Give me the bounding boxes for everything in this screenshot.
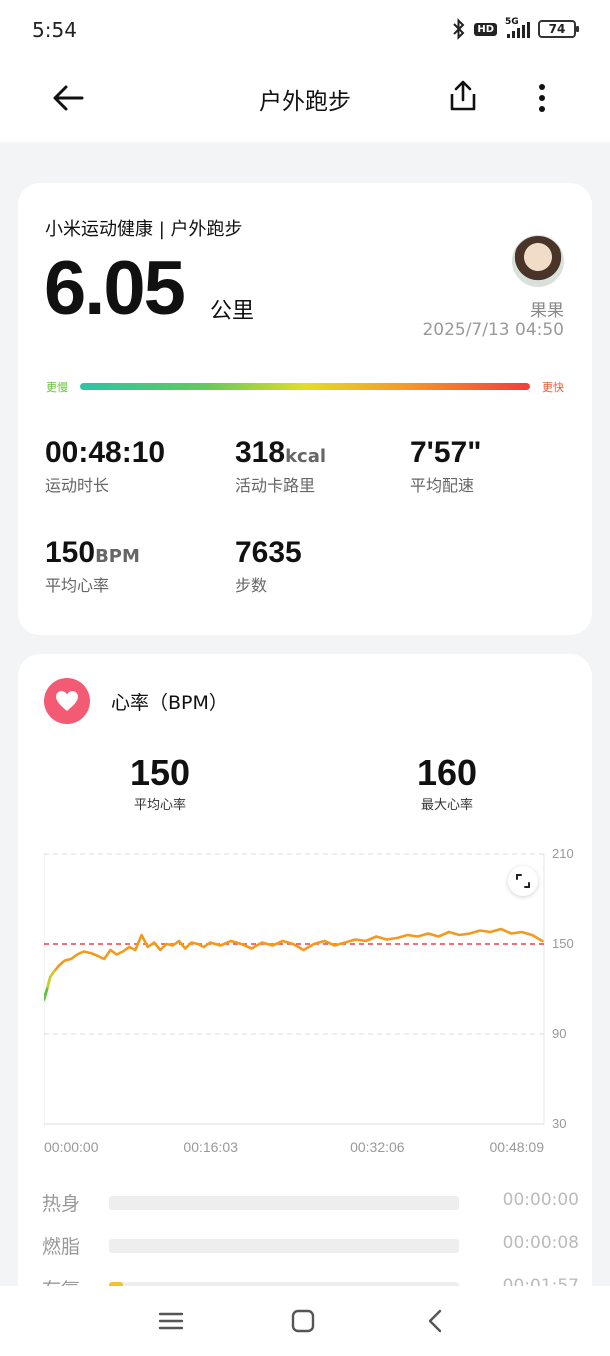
stat-steps: 7635 步数 <box>235 536 302 595</box>
home-icon[interactable] <box>288 1306 318 1336</box>
distance-unit: 公里 <box>210 299 255 324</box>
x-tick-label: 00:48:09 <box>490 1139 545 1155</box>
x-tick-label: 00:16:03 <box>183 1139 238 1155</box>
x-tick-label: 00:00:00 <box>44 1139 99 1155</box>
pace-gradient-bar <box>80 383 530 390</box>
zone-row-warmup: 热身 00:00:00 <box>42 1190 579 1215</box>
max-heart-rate-stat: 160 最大心率 <box>416 752 478 813</box>
menu-icon[interactable] <box>156 1306 186 1336</box>
stat-calories: 318kcal 活动卡路里 <box>235 436 327 495</box>
y-tick-label: 30 <box>552 1116 566 1131</box>
page-title: 户外跑步 <box>259 89 351 115</box>
workout-summary-card: 小米运动健康 | 户外跑步 6.05 公里 果果 2025/7/13 04:50… <box>18 183 592 635</box>
y-tick-label: 90 <box>552 1026 566 1041</box>
more-options-icon[interactable] <box>530 80 554 116</box>
distance-value: 6.05 <box>44 246 186 331</box>
heart-rate-chart: 210 150 90 30 00:00:00 00:16:03 00:32:06 00:48:… <box>44 846 574 1155</box>
status-time: 5:54 <box>32 18 77 42</box>
signal-icon: 5G <box>505 17 530 38</box>
share-icon[interactable] <box>448 78 478 114</box>
pace-fast-label: 更快 <box>542 381 564 394</box>
stat-duration: 00:48:10 运动时长 <box>45 436 166 495</box>
stat-avg-heart-rate: 150BPM 平均心率 <box>45 536 140 595</box>
stat-pace: 7'57" 平均配速 <box>410 436 482 495</box>
battery-icon: 74 <box>538 20 579 38</box>
source-label: 小米运动健康 | 户外跑步 <box>45 219 243 240</box>
heart-rate-series-line <box>44 927 544 1001</box>
pace-slow-label: 更慢 <box>46 381 68 394</box>
back-nav-icon[interactable] <box>421 1306 451 1336</box>
user-name: 果果 <box>530 301 564 321</box>
expand-chart-icon[interactable] <box>508 866 538 896</box>
y-tick-label: 210 <box>552 846 574 861</box>
hd-badge: HD <box>474 22 497 36</box>
workout-datetime: 2025/7/13 04:50 <box>422 320 564 340</box>
status-bar: 5:54 HD 5G 74 <box>0 0 610 60</box>
heart-rate-card: 心率（BPM） 150 平均心率 160 最大心率 210 150 90 30 00:0… <box>18 654 592 1354</box>
bluetooth-icon <box>453 18 465 40</box>
heart-rate-title: 心率（BPM） <box>111 692 228 714</box>
system-nav-bar <box>0 1286 610 1356</box>
zone-row-fat-burn: 燃脂 00:00:08 <box>42 1233 579 1258</box>
status-icons: HD 5G 74 <box>452 17 579 40</box>
x-tick-label: 00:32:06 <box>350 1139 405 1155</box>
heart-icon <box>44 678 90 724</box>
top-app-bar: 户外跑步 <box>0 60 610 142</box>
avg-heart-rate-stat: 150 平均心率 <box>129 752 191 813</box>
y-tick-label: 150 <box>552 936 574 951</box>
avatar[interactable] <box>512 235 564 287</box>
